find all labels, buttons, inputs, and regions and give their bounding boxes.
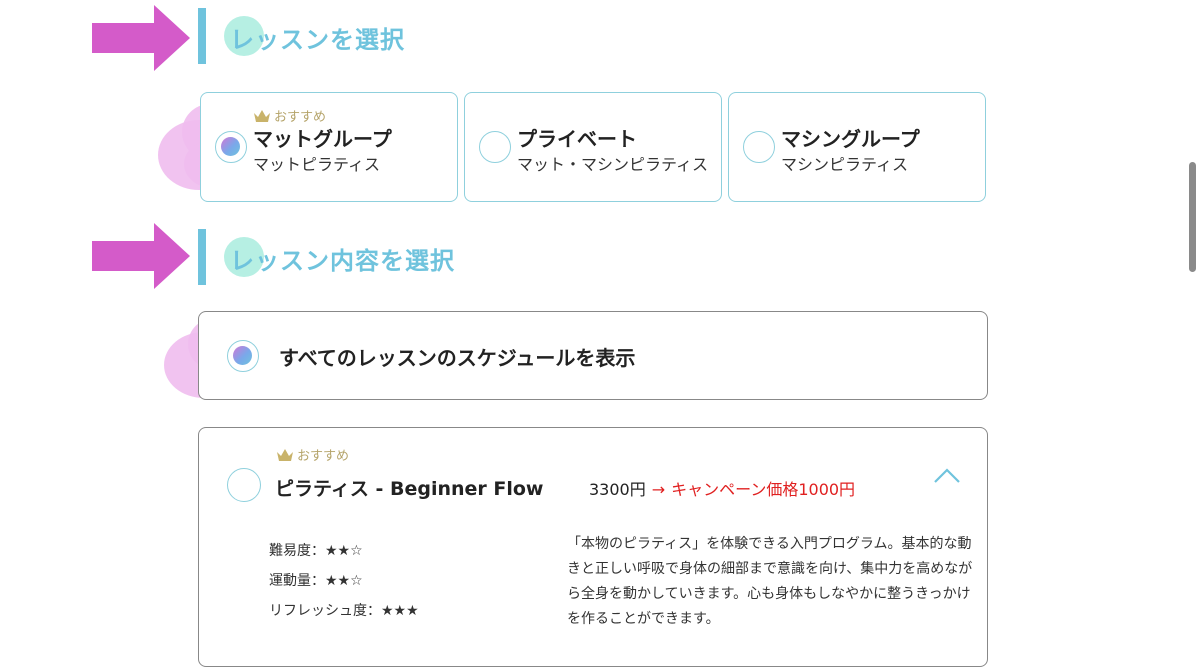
lesson-type-name: プライベート [517,127,637,151]
chevron-up-icon[interactable] [933,466,961,486]
pink-arrow-icon [92,5,190,71]
recommend-label: おすすめ [297,449,350,464]
scrollbar-track[interactable] [1186,0,1200,630]
stat-intensity: 運動量：★★☆ [269,573,363,589]
stat-refresh: リフレッシュ度：★★★ [269,603,419,619]
lesson-type-card-mat-group[interactable]: マットグループ マットピラティス [200,92,458,202]
lesson-type-sub: マットピラティス [253,155,381,174]
pink-arrow-icon [92,223,190,289]
regular-price: 3300円 [589,480,646,499]
lesson-price: 3300円 → キャンペーン価格1000円 [589,476,855,500]
radio-button[interactable] [227,340,259,372]
price-arrow: → [651,480,666,499]
lesson-type-card-machine-group[interactable]: マシングループ マシンピラティス [728,92,986,202]
lesson-type-name: マシングループ [781,127,920,151]
radio-button[interactable] [227,468,261,502]
heading-bar [198,8,206,64]
crown-icon [254,110,270,122]
lesson-name: ピラティス - Beginner Flow [275,478,544,500]
stat-difficulty: 難易度：★★☆ [269,543,363,559]
radio-button[interactable] [215,131,247,163]
show-all-schedule-option[interactable]: すべてのレッスンのスケジュールを表示 [198,311,988,400]
recommend-badge: おすすめ [277,445,349,464]
campaign-price: キャンペーン価格1000円 [671,480,856,499]
heading-bar [198,229,206,285]
lesson-type-name: マットグループ [253,127,392,151]
show-all-label: すべてのレッスンのスケジュールを表示 [279,346,636,370]
recommend-label: おすすめ [274,110,327,125]
radio-button[interactable] [479,131,511,163]
lesson-type-sub: マット・マシンピラティス [517,155,709,174]
section-title: レッスン内容を選択 [230,247,455,275]
lesson-type-card-private[interactable]: プライベート マット・マシンピラティス [464,92,722,202]
scrollbar-thumb[interactable] [1189,162,1196,272]
lesson-type-sub: マシンピラティス [781,155,909,174]
lesson-description: 「本物のピラティス」を体験できる入門プログラム。基本的な動きと正しい呼吸で身体の… [567,536,973,627]
lesson-card-beginner-flow[interactable]: おすすめ ピラティス - Beginner Flow 3300円 → キャンペーン価… [198,427,988,667]
recommend-badge: おすすめ [254,106,326,125]
radio-button[interactable] [743,131,775,163]
lesson-stats: 難易度：★★☆ 運動量：★★☆ リフレッシュ度：★★★ [269,540,419,630]
crown-icon [277,449,293,461]
section-title: レッスンを選択 [230,26,405,54]
